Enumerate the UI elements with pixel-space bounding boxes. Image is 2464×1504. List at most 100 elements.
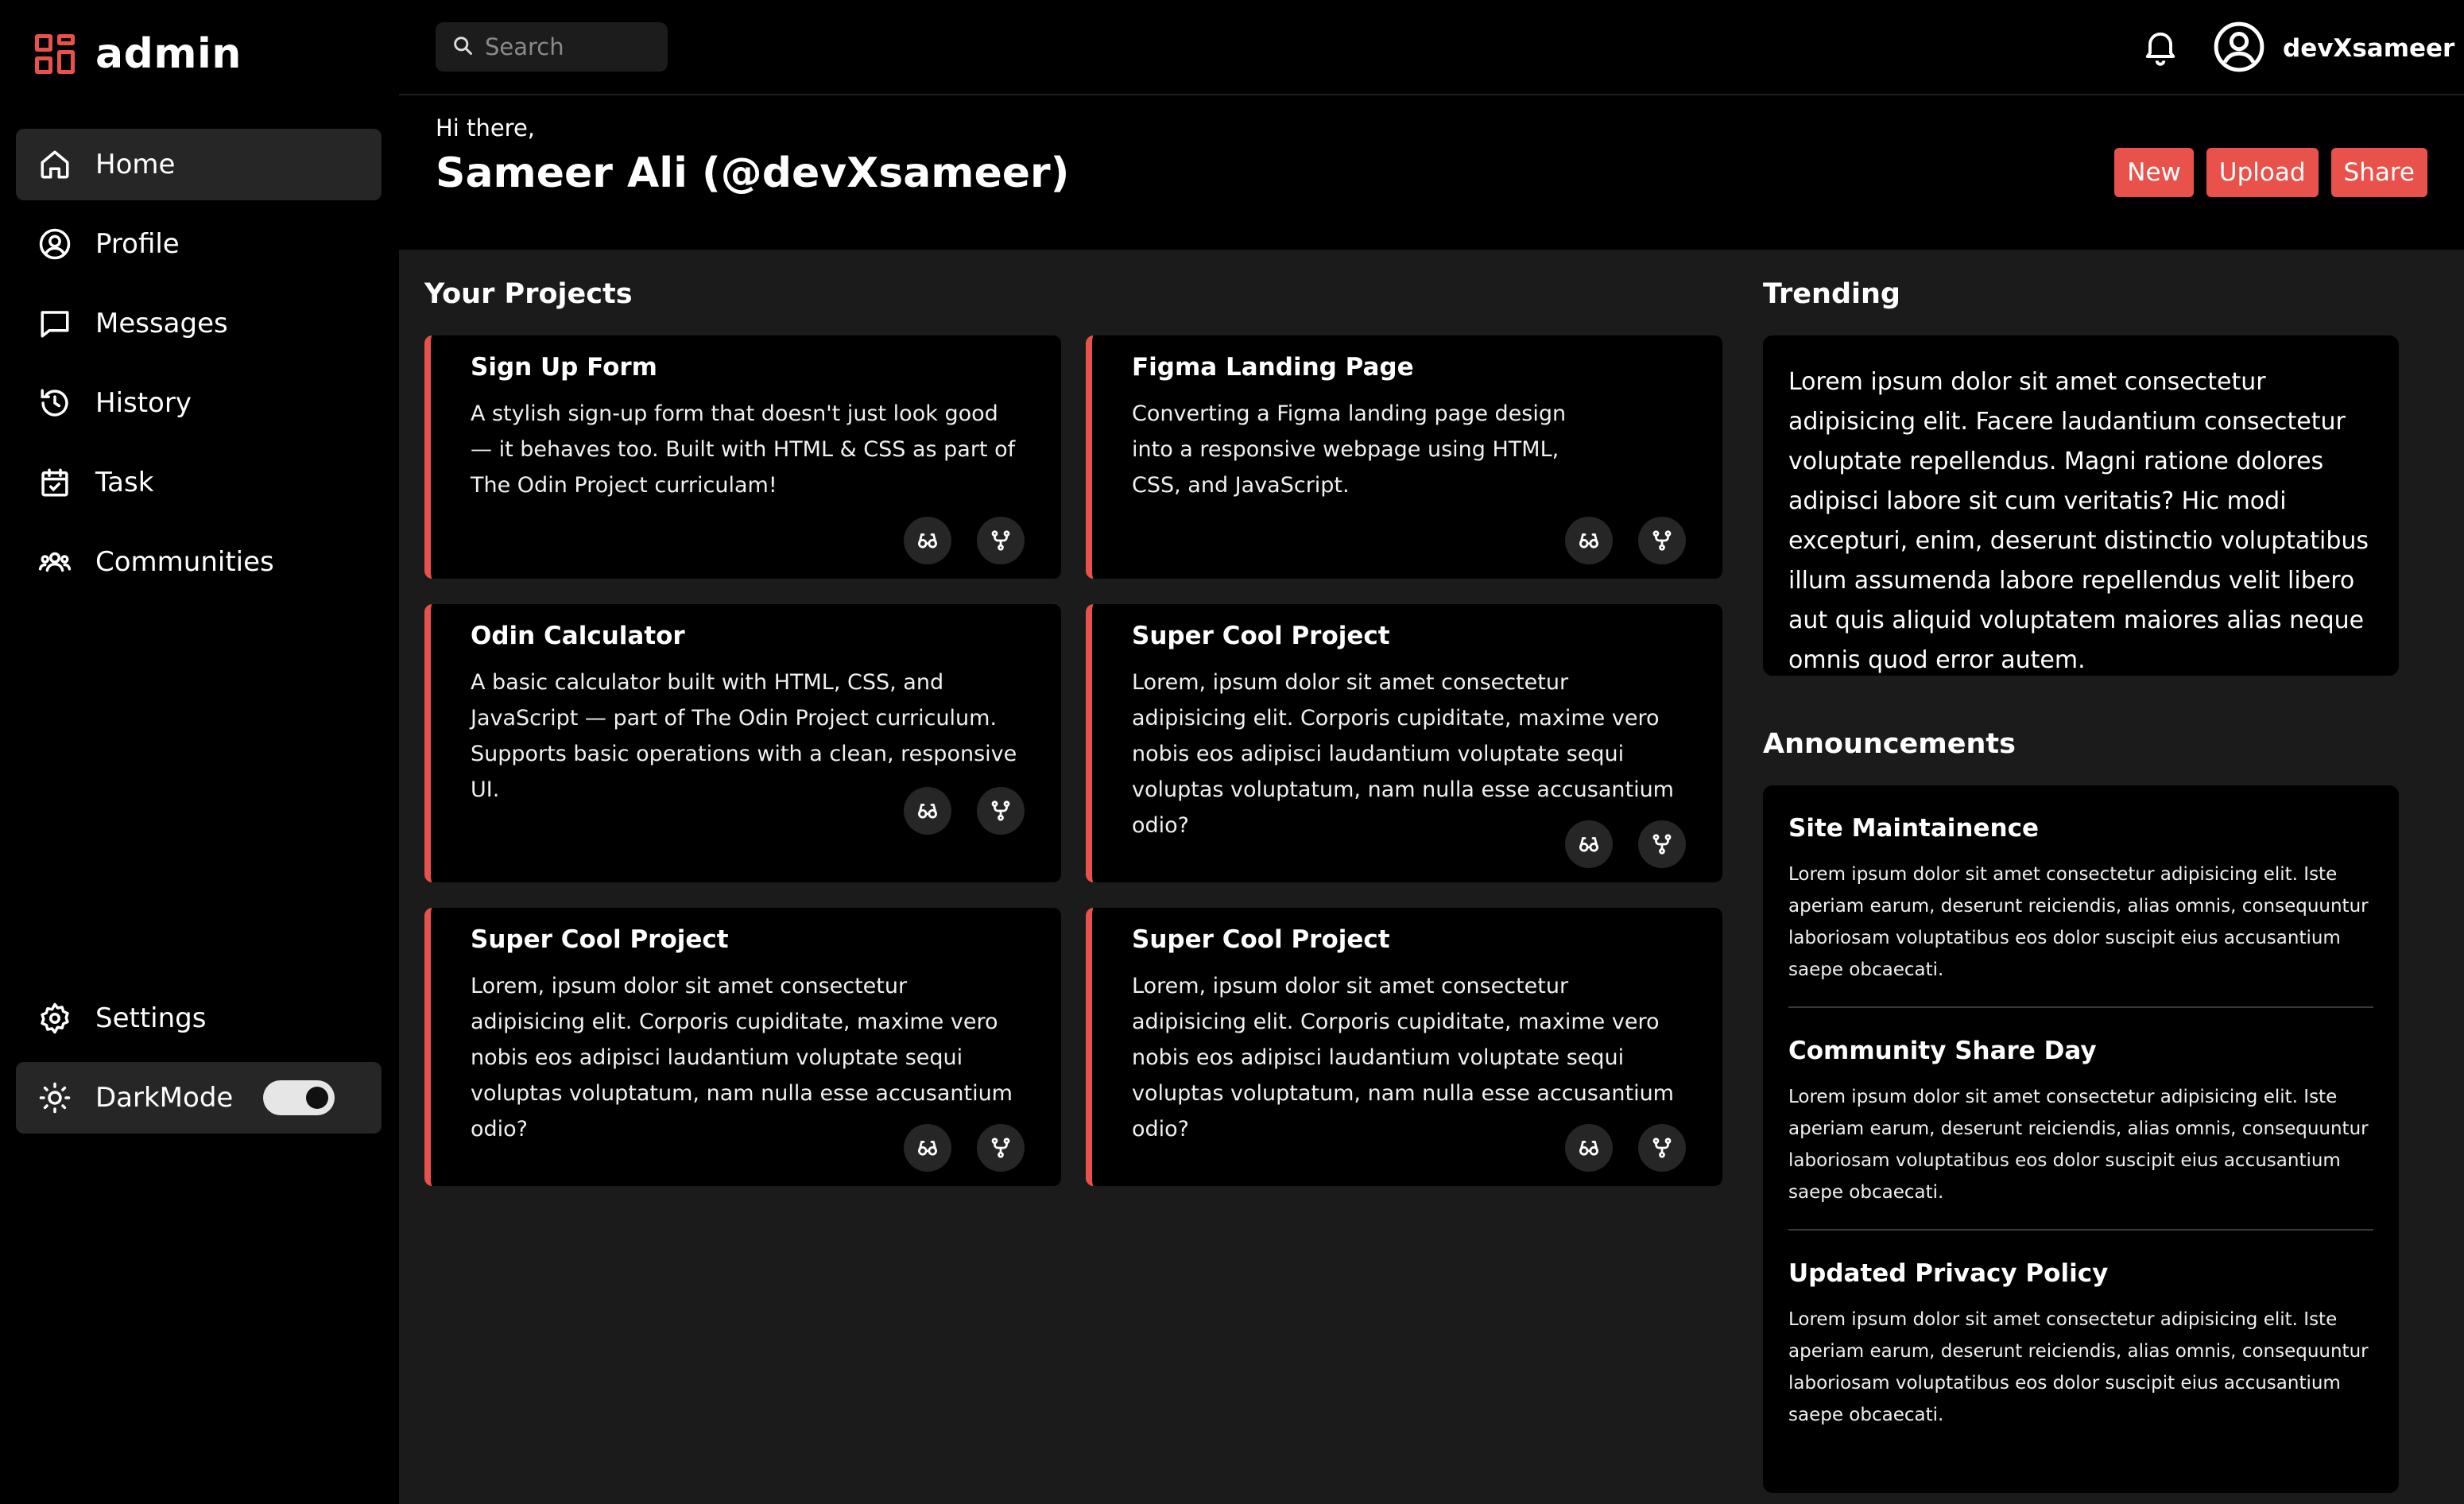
new-button[interactable]: New xyxy=(2114,148,2194,197)
sidebar-item-label: Messages xyxy=(95,308,228,339)
sidebar-item-history[interactable]: History xyxy=(16,367,382,439)
project-description: Lorem, ipsum dolor sit amet consectetur … xyxy=(1132,974,1674,1142)
announcements-panel: Site Maintainence Lorem ipsum dolor sit … xyxy=(1763,785,2399,1493)
dashboard-app: admin Home Profile Messages History Task… xyxy=(0,0,2464,1504)
announcement-title: Community Share Day xyxy=(1788,1037,2097,1065)
toggle-knob xyxy=(306,1087,329,1109)
fork-icon[interactable] xyxy=(1638,820,1686,868)
sidebar-item-task[interactable]: Task xyxy=(16,447,382,518)
fork-icon[interactable] xyxy=(1638,1124,1686,1172)
project-description: Lorem, ipsum dolor sit amet consectetur … xyxy=(1132,670,1674,838)
sidebar-item-settings[interactable]: Settings xyxy=(16,983,382,1054)
announcement-body: Lorem ipsum dolor sit amet consectetur a… xyxy=(1788,864,2369,980)
announcement-item[interactable]: Updated Privacy Policy Lorem ipsum dolor… xyxy=(1788,1229,2373,1452)
view-glasses-icon[interactable] xyxy=(904,1124,951,1172)
sidebar-item-label: History xyxy=(95,387,192,419)
greeting-text: Hi there, xyxy=(436,114,536,141)
search-icon xyxy=(451,34,474,60)
project-actions xyxy=(878,787,1025,835)
brand-name: admin xyxy=(95,30,242,78)
project-title: Sign Up Form xyxy=(471,353,657,382)
announcement-item[interactable]: Community Share Day Lorem ipsum dolor si… xyxy=(1788,1006,2373,1229)
user-avatar-icon xyxy=(2213,21,2265,76)
project-actions xyxy=(1540,517,1686,564)
project-card[interactable]: Sign Up Form A stylish sign-up form that… xyxy=(424,335,1061,579)
announcement-body: Lorem ipsum dolor sit amet consectetur a… xyxy=(1788,1087,2369,1203)
project-actions xyxy=(1540,820,1686,868)
sidebar-bottom: Settings DarkMode xyxy=(16,983,382,1142)
project-description: A basic calculator built with HTML, CSS,… xyxy=(471,670,1017,802)
sidebar-item-home[interactable]: Home xyxy=(16,129,382,200)
search-input[interactable] xyxy=(485,33,660,60)
sidebar-item-messages[interactable]: Messages xyxy=(16,288,382,359)
brand[interactable]: admin xyxy=(35,30,242,78)
sidebar-item-label: Settings xyxy=(95,1002,207,1034)
greeting-header: Hi there, Sameer Ali (@devXsameer) New U… xyxy=(399,97,2464,250)
users-icon xyxy=(37,544,73,580)
fork-icon[interactable] xyxy=(977,517,1025,564)
darkmode-toggle[interactable] xyxy=(263,1080,335,1115)
message-icon xyxy=(37,305,73,342)
announcements-title: Announcements xyxy=(1763,728,2016,760)
project-title: Figma Landing Page xyxy=(1132,353,1414,382)
project-card[interactable]: Odin Calculator A basic calculator built… xyxy=(424,604,1061,882)
main-content: Your Projects Sign Up Form A stylish sig… xyxy=(399,250,2464,1504)
home-icon xyxy=(37,146,73,183)
sidebar-item-communities[interactable]: Communities xyxy=(16,526,382,598)
upload-button[interactable]: Upload xyxy=(2206,148,2319,197)
project-card[interactable]: Super Cool Project Lorem, ipsum dolor si… xyxy=(1086,604,1722,882)
darkmode-row: DarkMode xyxy=(16,1062,382,1134)
trending-panel: Lorem ipsum dolor sit amet consectetur a… xyxy=(1763,335,2399,676)
darkmode-label: DarkMode xyxy=(95,1082,234,1114)
share-button[interactable]: Share xyxy=(2330,148,2427,197)
view-glasses-icon[interactable] xyxy=(1565,1124,1613,1172)
project-card[interactable]: Super Cool Project Lorem, ipsum dolor si… xyxy=(1086,908,1722,1186)
sidebar-item-label: Profile xyxy=(95,228,180,260)
dashboard-logo-icon xyxy=(35,34,75,74)
view-glasses-icon[interactable] xyxy=(1565,820,1613,868)
page-title: Sameer Ali (@devXsameer) xyxy=(436,149,1070,197)
view-glasses-icon[interactable] xyxy=(904,787,951,835)
project-title: Super Cool Project xyxy=(471,925,729,954)
sun-icon xyxy=(37,1080,73,1116)
project-description: Lorem, ipsum dolor sit amet consectetur … xyxy=(471,974,1013,1142)
sidebar-item-label: Home xyxy=(95,149,176,180)
project-title: Odin Calculator xyxy=(471,622,685,650)
search-box[interactable] xyxy=(436,22,668,72)
project-card[interactable]: Super Cool Project Lorem, ipsum dolor si… xyxy=(424,908,1061,1186)
view-glasses-icon[interactable] xyxy=(1565,517,1613,564)
sidebar-item-label: Communities xyxy=(95,546,274,578)
project-description: Converting a Figma landing page design i… xyxy=(1132,401,1567,498)
sidebar-nav: Home Profile Messages History Task Commu… xyxy=(16,129,382,606)
announcement-title: Site Maintainence xyxy=(1788,814,2039,843)
project-title: Super Cool Project xyxy=(1132,925,1390,954)
topbar: devXsameer xyxy=(399,0,2464,95)
user-circle-icon xyxy=(37,226,73,262)
fork-icon[interactable] xyxy=(977,1124,1025,1172)
header-actions: New Upload Share xyxy=(2102,148,2427,197)
trending-text: Lorem ipsum dolor sit amet consectetur a… xyxy=(1788,368,2369,674)
project-actions xyxy=(878,1124,1025,1172)
project-card[interactable]: Figma Landing Page Converting a Figma la… xyxy=(1086,335,1722,579)
project-actions xyxy=(878,517,1025,564)
trending-title: Trending xyxy=(1763,278,1900,310)
announcement-item[interactable]: Site Maintainence Lorem ipsum dolor sit … xyxy=(1788,814,2373,1006)
project-title: Super Cool Project xyxy=(1132,622,1390,650)
user-menu[interactable]: devXsameer xyxy=(2213,21,2454,76)
bell-icon[interactable] xyxy=(2140,25,2181,67)
sidebar-item-profile[interactable]: Profile xyxy=(16,208,382,280)
gear-icon xyxy=(37,1000,73,1037)
username: devXsameer xyxy=(2283,34,2455,63)
sidebar-item-label: Task xyxy=(95,467,154,498)
fork-icon[interactable] xyxy=(977,787,1025,835)
project-actions xyxy=(1540,1124,1686,1172)
view-glasses-icon[interactable] xyxy=(904,517,951,564)
calendar-check-icon xyxy=(37,464,73,501)
projects-title: Your Projects xyxy=(424,278,633,310)
announcement-title: Updated Privacy Policy xyxy=(1788,1259,2109,1288)
sidebar: admin Home Profile Messages History Task… xyxy=(0,0,399,1504)
announcement-body: Lorem ipsum dolor sit amet consectetur a… xyxy=(1788,1309,2369,1425)
project-description: A stylish sign-up form that doesn't just… xyxy=(471,401,1016,498)
history-icon xyxy=(37,385,73,421)
fork-icon[interactable] xyxy=(1638,517,1686,564)
